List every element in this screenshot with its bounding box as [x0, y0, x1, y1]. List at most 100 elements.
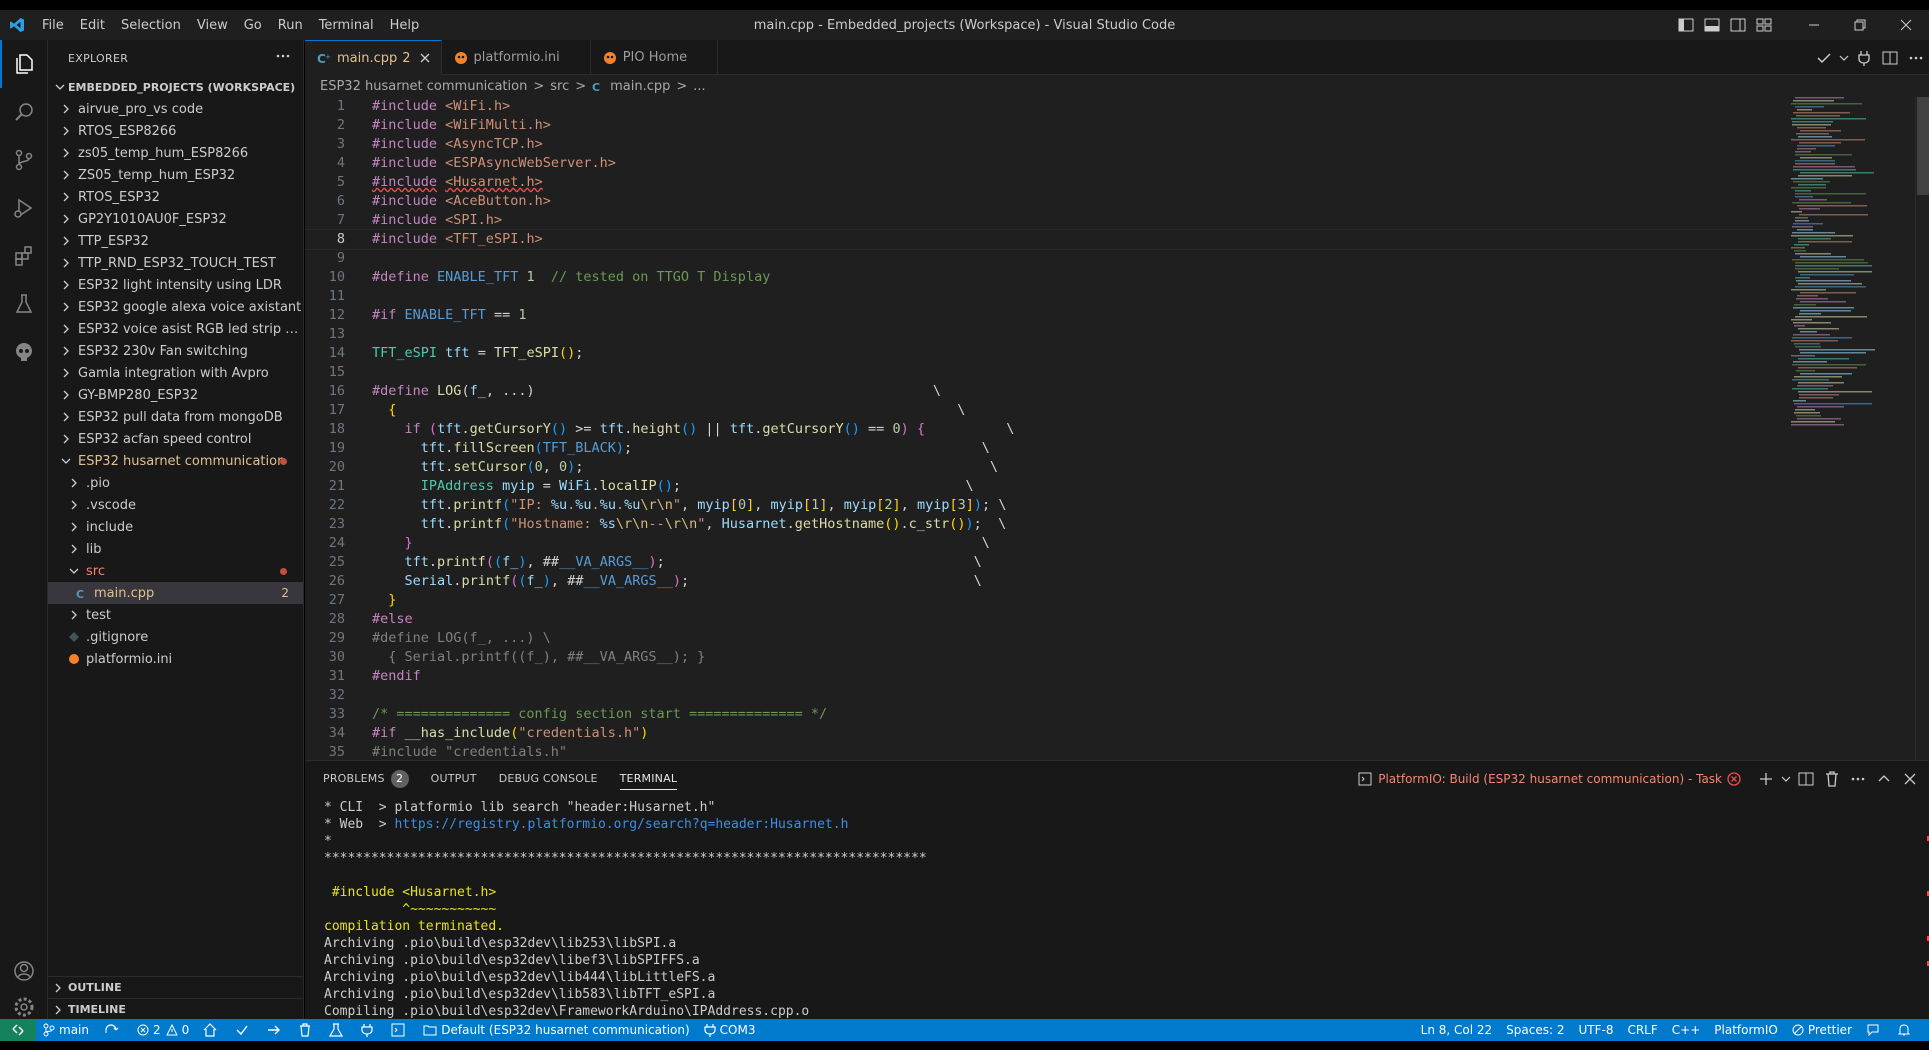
tree-item[interactable]: ESP32 google alexa voice axistant	[48, 296, 303, 318]
terminal-output[interactable]: * CLI > platformio lib search "header:Hu…	[324, 799, 1904, 1019]
minimize-button[interactable]	[1791, 10, 1837, 40]
menu-terminal[interactable]: Terminal	[311, 18, 382, 33]
notifications-bell-icon[interactable]	[1891, 1019, 1921, 1041]
plug-icon[interactable]	[1851, 43, 1877, 73]
menu-help[interactable]: Help	[382, 18, 428, 33]
tab-platformio-ini[interactable]: platformio.ini	[442, 40, 591, 75]
breadcrumb-project[interactable]: ESP32 husarnet communication	[320, 79, 527, 94]
more-actions-icon[interactable]	[1845, 764, 1871, 794]
pio-clean-trash-icon[interactable]	[292, 1019, 322, 1041]
toggle-primary-sidebar-icon[interactable]	[1673, 10, 1699, 40]
split-editor-icon[interactable]	[1877, 43, 1903, 73]
breadcrumb-src[interactable]: src	[550, 79, 569, 94]
accounts-icon[interactable]	[0, 947, 48, 995]
maximize-panel-icon[interactable]	[1871, 764, 1897, 794]
feedback-icon[interactable]	[1859, 1019, 1891, 1041]
outline-section[interactable]: OUTLINE	[48, 976, 304, 998]
close-icon[interactable]	[419, 52, 431, 64]
menu-selection[interactable]: Selection	[113, 18, 189, 33]
menu-file[interactable]: File	[34, 18, 72, 33]
menu-go[interactable]: Go	[236, 18, 270, 33]
minimap[interactable]	[1789, 97, 1909, 760]
pio-terminal-icon[interactable]	[384, 1019, 416, 1041]
testing-icon[interactable]	[0, 280, 48, 328]
pio-test-flask-icon[interactable]	[322, 1019, 354, 1041]
new-terminal-plus-icon[interactable]	[1753, 764, 1779, 794]
tab-output[interactable]: OUTPUT	[431, 761, 477, 796]
tree-item[interactable]: ESP32 light intensity using LDR	[48, 274, 303, 296]
tree-item[interactable]: zs05_temp_hum_ESP8266	[48, 142, 303, 164]
pio-serial-monitor-plug-icon[interactable]	[354, 1019, 384, 1041]
manage-gear-icon[interactable]	[0, 995, 48, 1019]
tree-item[interactable]: src	[48, 560, 303, 582]
workspace-header[interactable]: EMBEDDED_PROJECTS (WORKSPACE)	[48, 76, 303, 98]
run-debug-icon[interactable]	[0, 184, 48, 232]
registry-link[interactable]: https://registry.platformio.org/search?q…	[394, 817, 848, 832]
search-icon[interactable]	[0, 88, 48, 136]
tree-item[interactable]: platformio.ini	[48, 648, 303, 670]
line-ending[interactable]: CRLF	[1620, 1019, 1664, 1041]
more-actions-icon[interactable]	[1903, 43, 1929, 73]
tree-item[interactable]: lib	[48, 538, 303, 560]
tree-item[interactable]: Cmain.cpp 2	[48, 582, 303, 604]
menu-run[interactable]: Run	[270, 18, 311, 33]
explorer-icon[interactable]	[0, 40, 48, 88]
close-panel-icon[interactable]	[1897, 764, 1923, 794]
pio-home-icon[interactable]	[196, 1019, 228, 1041]
prettier-status[interactable]: Prettier	[1785, 1019, 1859, 1041]
tab-main-cpp[interactable]: C + main.cpp 2	[305, 40, 442, 75]
terminal-scrollbar[interactable]	[1915, 796, 1929, 1020]
chevron-down-icon[interactable]	[1837, 43, 1851, 73]
tab-terminal[interactable]: TERMINAL	[619, 761, 678, 796]
code-editor[interactable]: 1 #include <WiFi.h> 2 #include <WiFiMulti.h…	[305, 97, 1785, 760]
problems-indicator[interactable]: 2 0	[130, 1019, 196, 1041]
platformio-icon[interactable]	[0, 328, 48, 376]
toggle-panel-icon[interactable]	[1699, 10, 1725, 40]
pio-upload-arrow-icon[interactable]	[260, 1019, 292, 1041]
timeline-section[interactable]: TIMELINE	[48, 998, 304, 1020]
tab-debug-console[interactable]: DEBUG CONSOLE	[499, 761, 598, 796]
trash-icon[interactable]	[1819, 764, 1845, 794]
chevron-down-icon[interactable]	[1779, 764, 1793, 794]
tree-item[interactable]: ESP32 voice asist RGB led strip sinric..…	[48, 318, 303, 340]
tree-item[interactable]: ZS05_temp_hum_ESP32	[48, 164, 303, 186]
branch-indicator[interactable]: main	[36, 1019, 96, 1041]
sync-icon[interactable]	[96, 1019, 130, 1041]
tree-item[interactable]: GP2Y1010AU0F_ESP32	[48, 208, 303, 230]
platformio-status[interactable]: PlatformIO	[1707, 1019, 1785, 1041]
menu-edit[interactable]: Edit	[72, 18, 113, 33]
editor-scrollbar[interactable]	[1915, 97, 1929, 760]
tree-item[interactable]: GY-BMP280_ESP32	[48, 384, 303, 406]
tree-item[interactable]: test	[48, 604, 303, 626]
encoding[interactable]: UTF-8	[1571, 1019, 1620, 1041]
restore-button[interactable]	[1837, 10, 1883, 40]
pio-build-check-icon[interactable]	[228, 1019, 260, 1041]
tab-problems[interactable]: PROBLEMS 2	[323, 761, 409, 796]
indentation[interactable]: Spaces: 2	[1499, 1019, 1571, 1041]
tree-item[interactable]: ESP32 husarnet communication	[48, 450, 303, 472]
source-control-icon[interactable]	[0, 136, 48, 184]
more-actions-icon[interactable]	[275, 48, 291, 67]
extensions-icon[interactable]	[0, 232, 48, 280]
language-mode[interactable]: C++	[1665, 1019, 1708, 1041]
tree-item[interactable]: ESP32 230v Fan switching	[48, 340, 303, 362]
tree-item[interactable]: RTOS_ESP32	[48, 186, 303, 208]
remote-indicator-icon[interactable]	[0, 1019, 36, 1041]
tree-item[interactable]: ESP32 pull data from mongoDB	[48, 406, 303, 428]
tree-item[interactable]: .vscode	[48, 494, 303, 516]
tree-item[interactable]: RTOS_ESP8266	[48, 120, 303, 142]
tree-item[interactable]: Gamla integration with Avpro	[48, 362, 303, 384]
breadcrumb-symbol[interactable]: ...	[693, 79, 705, 94]
pio-env-selector[interactable]: Default (ESP32 husarnet communication)	[416, 1019, 696, 1041]
check-icon[interactable]	[1811, 43, 1837, 73]
menu-view[interactable]: View	[189, 18, 236, 33]
tree-item[interactable]: include	[48, 516, 303, 538]
tab-pio-home[interactable]: PIO Home	[591, 40, 719, 75]
cursor-position[interactable]: Ln 8, Col 22	[1414, 1019, 1500, 1041]
tree-item[interactable]: TTP_ESP32	[48, 230, 303, 252]
close-window-button[interactable]	[1883, 10, 1929, 40]
breadcrumb-file[interactable]: main.cpp	[610, 79, 670, 94]
toggle-secondary-sidebar-icon[interactable]	[1725, 10, 1751, 40]
customize-layout-icon[interactable]	[1751, 10, 1777, 40]
tree-item[interactable]: TTP_RND_ESP32_TOUCH_TEST	[48, 252, 303, 274]
